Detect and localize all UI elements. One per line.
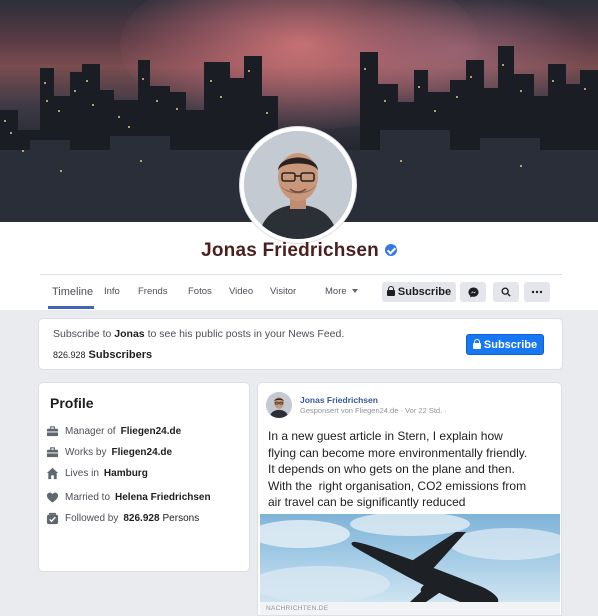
profile-avatar[interactable] <box>240 127 356 243</box>
subscribe-button-nav[interactable]: Subscribe <box>382 282 456 302</box>
home-icon <box>46 467 59 479</box>
profile-row-label: Married to <box>65 491 111 503</box>
post-meta: Gesponsert von Fliegen24.de · Vor 22 Std… <box>300 406 447 415</box>
post-author-name[interactable]: Jonas Friedrichsen <box>300 395 378 405</box>
post-card: Jonas Friedrichsen Gesponsert von Fliege… <box>257 382 562 616</box>
post-link-image[interactable] <box>260 514 560 602</box>
tab-video[interactable]: Video <box>229 276 253 308</box>
chevron-down-icon <box>351 289 358 294</box>
profile-row-label: Lives in <box>65 467 99 479</box>
tab-timeline[interactable]: Timeline <box>52 276 93 308</box>
profile-row-suffix: Persons <box>162 512 200 524</box>
heart-icon <box>46 492 59 503</box>
profile-row-label: Manager of <box>65 425 116 437</box>
profile-row-value[interactable]: Helena Friedrichsen <box>115 492 211 503</box>
subscribe-button-label: Subscribe <box>483 338 538 351</box>
profile-name: Jonas Friedrichsen <box>201 240 379 261</box>
profile-row-value: 826.928 <box>123 512 160 524</box>
post-author-avatar[interactable] <box>266 392 292 418</box>
post-body-line: With the right organisation, CO2 emissio… <box>268 478 527 493</box>
more-dots-icon <box>531 290 543 294</box>
post-body: In a new guest article in Stern, I expla… <box>268 428 558 511</box>
profile-row-value[interactable]: Fliegen24.de <box>121 426 182 437</box>
search-icon <box>501 287 511 297</box>
subscribe-nav-label: Subscribe <box>397 286 452 298</box>
profile-row-label: Works by <box>65 446 107 458</box>
tab-info[interactable]: Info <box>104 276 120 308</box>
subscribe-prompt-before: Subscribe to <box>53 328 115 340</box>
post-link-footer[interactable]: NACHRICHTEN.DE <box>260 602 560 615</box>
profile-row-manager: Manager of Fliegen24.de <box>46 423 181 439</box>
messenger-button[interactable] <box>460 282 486 302</box>
subscriber-count: 826.928 Subscribers <box>53 349 152 361</box>
tab-visitor[interactable]: Visitor <box>270 276 296 308</box>
profile-nav: Timeline Info Frends Fotos Video Visitor… <box>40 276 562 309</box>
tab-more-label: More <box>325 286 347 297</box>
post-body-line: In a new guest article in Stern, I expla… <box>268 429 503 443</box>
lock-icon <box>472 338 481 349</box>
subscribe-card: Subscribe to Jonas to see his public pos… <box>38 318 563 370</box>
post-body-line: It depends on who gets on the plane and … <box>268 462 515 476</box>
profile-row-followed: Followed by 826.928 Persons <box>46 510 199 526</box>
messenger-icon <box>467 286 479 298</box>
subscriber-count-label: Subscribers <box>88 349 153 361</box>
followers-icon <box>46 512 59 524</box>
profile-name-row: Jonas Friedrichsen <box>0 240 598 262</box>
tab-more[interactable]: More <box>325 276 358 308</box>
profile-row-works: Works by Fliegen24.de <box>46 444 172 460</box>
tab-fotos[interactable]: Fotos <box>188 276 212 308</box>
subscribe-button[interactable]: Subscribe <box>466 334 544 355</box>
profile-row-married: Married to Helena Friedrichsen <box>46 489 211 505</box>
post-body-line: air travel can be significantly reduced <box>268 495 466 509</box>
briefcase-icon <box>46 425 59 436</box>
lock-icon <box>386 286 395 296</box>
briefcase-icon <box>46 446 59 457</box>
tab-frends[interactable]: Frends <box>138 276 168 308</box>
more-options-button[interactable] <box>524 282 550 302</box>
airplane-image <box>260 514 560 602</box>
post-link-source: NACHRICHTEN.DE <box>266 605 329 612</box>
search-button[interactable] <box>493 282 519 302</box>
verified-badge-icon <box>384 243 397 256</box>
tab-active-indicator <box>48 306 94 309</box>
profile-row-value[interactable]: Fliegen24.de <box>112 447 173 458</box>
profile-card-title: Profile <box>50 395 94 411</box>
profile-intro-card: Profile Manager of Fliegen24.de Works by F… <box>38 382 250 572</box>
subscribe-prompt-after: to see his public posts in your News Fee… <box>144 328 345 340</box>
avatar-photo <box>244 131 352 239</box>
profile-row-value[interactable]: Hamburg <box>104 468 148 479</box>
profile-row-label: Followed by <box>65 512 119 524</box>
subscribe-prompt-name: Jonas <box>114 328 145 340</box>
subscribe-prompt: Subscribe to Jonas to see his public pos… <box>53 328 344 340</box>
post-body-line: flying can become more environmentally f… <box>268 445 528 460</box>
subscriber-count-value: 826.928 <box>53 350 86 360</box>
profile-row-lives: Lives in Hamburg <box>46 465 148 481</box>
nav-divider <box>40 274 562 275</box>
